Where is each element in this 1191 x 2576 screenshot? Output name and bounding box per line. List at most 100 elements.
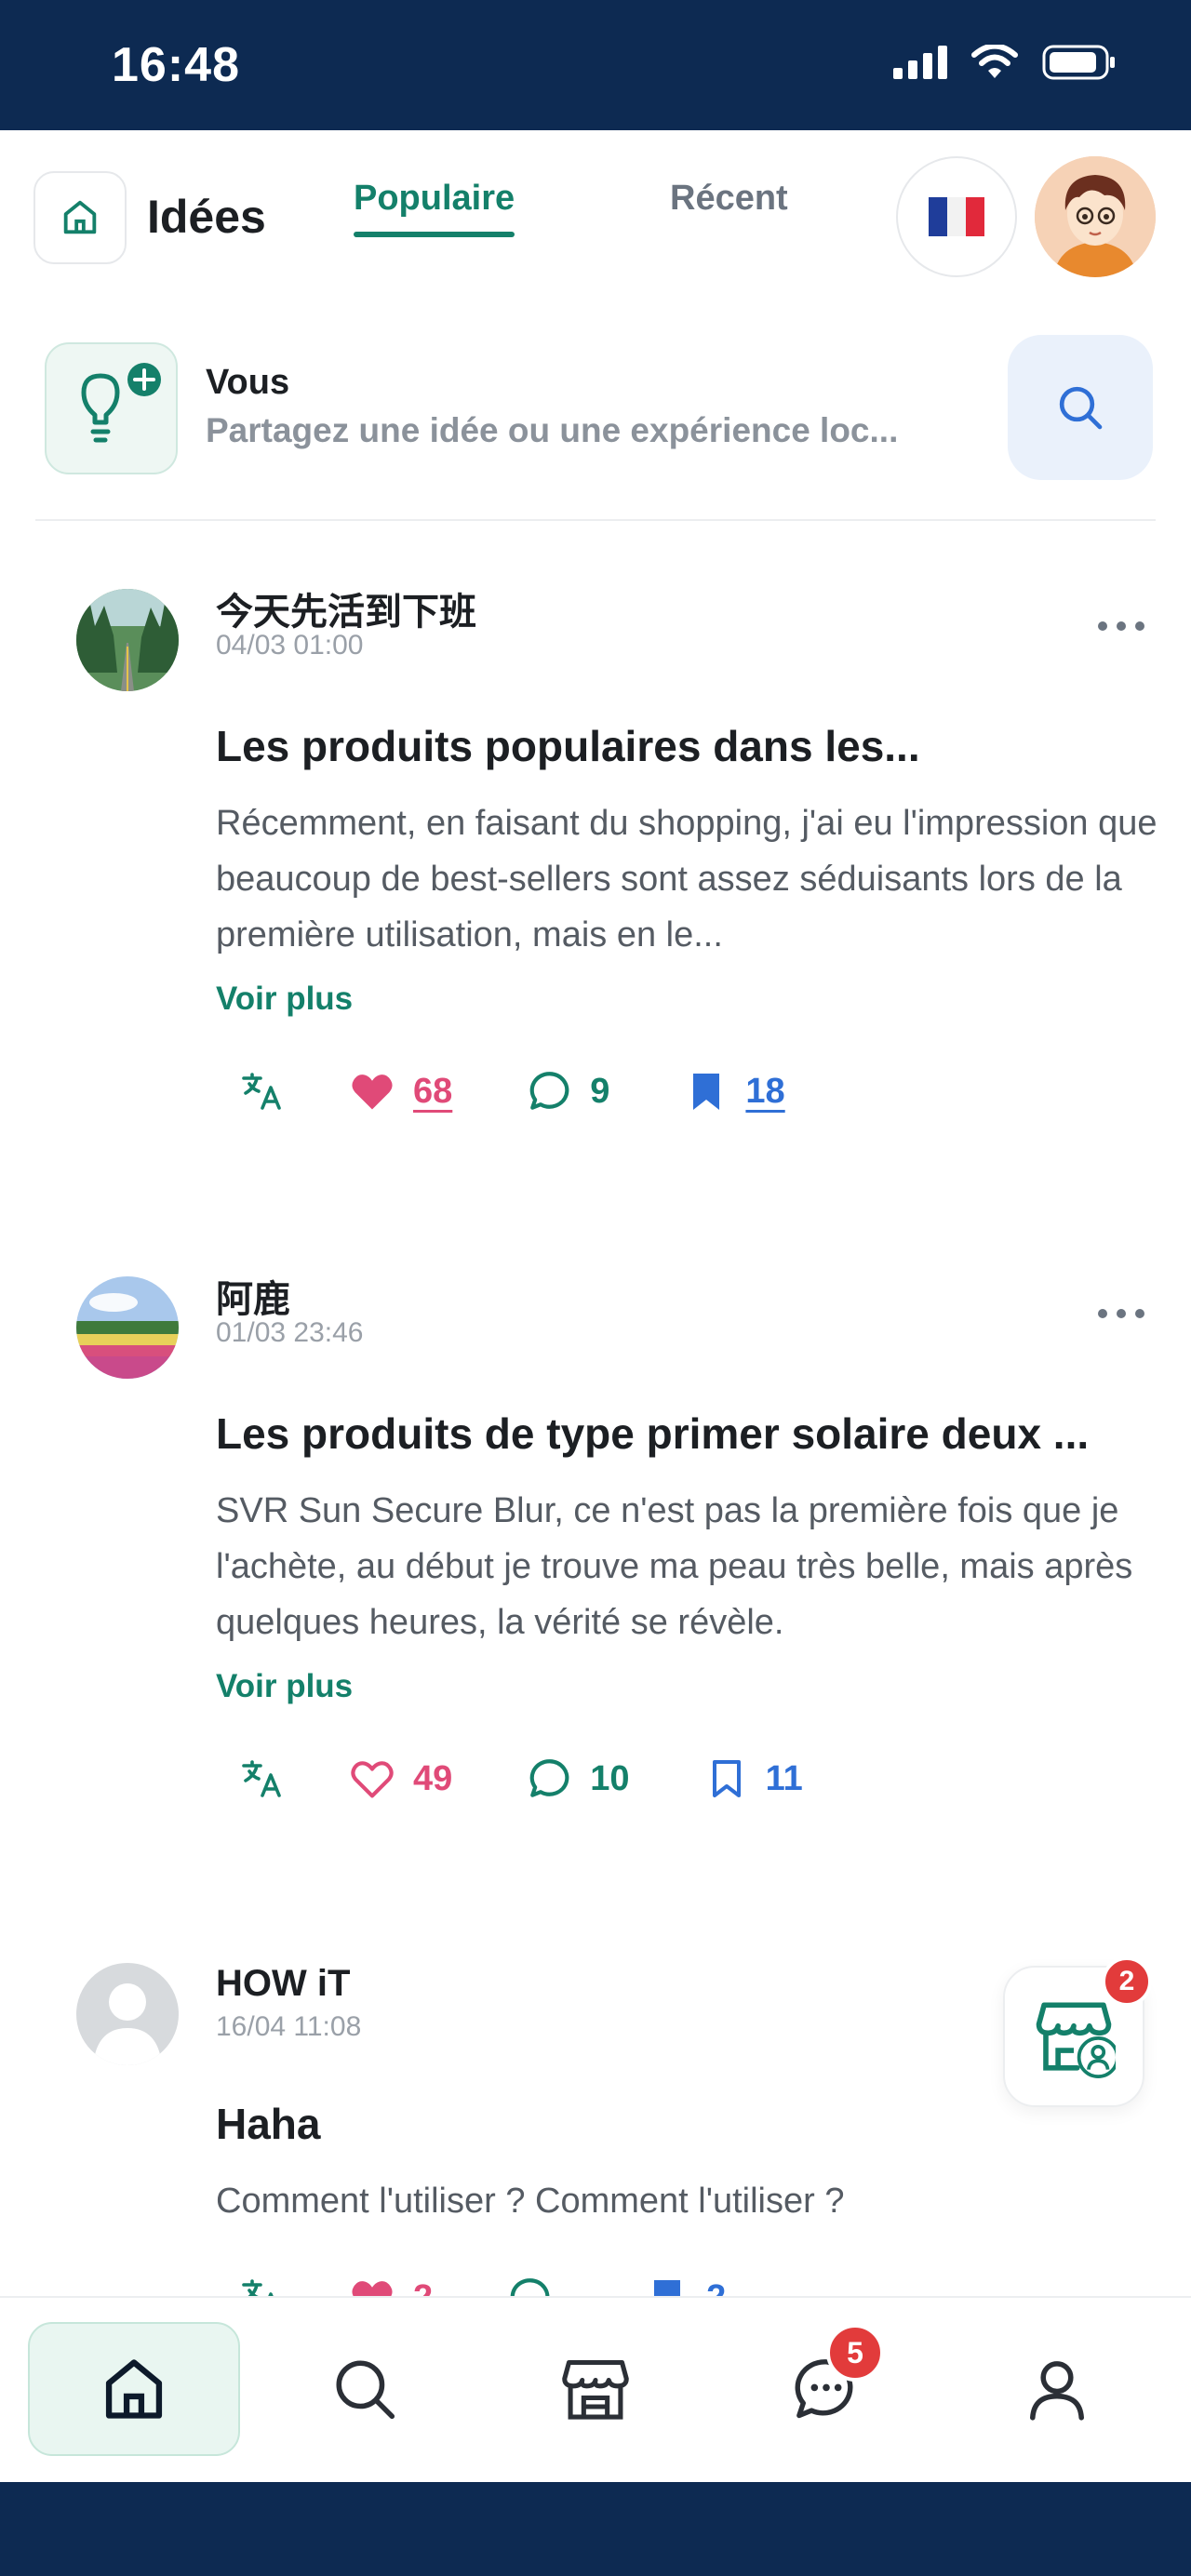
comment-button[interactable]: 9: [527, 1068, 609, 1114]
status-bar: 16:48: [0, 0, 1191, 130]
tab-popular[interactable]: Populaire: [354, 179, 515, 237]
comment-count: 9: [590, 1071, 610, 1111]
shop-notification-badge: 2: [1102, 1956, 1152, 2007]
like-button[interactable]: 49: [348, 1755, 452, 1803]
post-body-text: Récemment, en faisant du shopping, j'ai …: [216, 804, 1158, 954]
flower-field-avatar-icon: [76, 1276, 179, 1379]
nav-search[interactable]: [259, 2322, 471, 2456]
messages-notification-badge: 5: [826, 2324, 884, 2382]
post-title[interactable]: Haha: [216, 2099, 1165, 2149]
translate-button[interactable]: [240, 1069, 285, 1114]
composer[interactable]: Vous Partagez une idée ou une expérience…: [0, 335, 1191, 484]
post-author-avatar[interactable]: [76, 1276, 179, 1379]
home-icon: [105, 2359, 163, 2419]
like-count: 2: [413, 2278, 433, 2297]
see-more-link[interactable]: Voir plus: [216, 1668, 353, 1705]
bookmark-button[interactable]: 11: [704, 1756, 803, 1801]
bookmark-filled-icon: [654, 2280, 681, 2296]
like-button[interactable]: 68: [348, 1067, 452, 1115]
post-author-name[interactable]: 阿鹿: [216, 1269, 290, 1323]
post-body: Comment l'utiliser ? Comment l'utiliser …: [216, 2173, 1165, 2229]
tab-popular-label: Populaire: [354, 179, 515, 218]
search-button[interactable]: [1008, 335, 1153, 480]
like-count: 49: [413, 1758, 453, 1798]
more-options-button[interactable]: [1098, 617, 1144, 635]
post-card[interactable]: 阿鹿 01/03 23:46 Les produits de type prim…: [0, 1276, 1191, 1835]
status-time: 16:48: [112, 38, 240, 92]
bookmark-count: 2: [706, 2278, 726, 2297]
see-more-link[interactable]: Voir plus: [216, 981, 353, 1018]
comment-icon: [529, 1759, 569, 1797]
language-button[interactable]: [896, 156, 1017, 277]
nav-messages[interactable]: 5: [720, 2322, 932, 2456]
profile-icon: [1030, 2361, 1084, 2421]
shop-user-icon: [1036, 2002, 1116, 2078]
wifi-icon: [971, 45, 1018, 78]
header: Idées Populaire Récent: [0, 130, 1191, 307]
post-author-avatar[interactable]: [76, 1963, 179, 2065]
new-idea-button[interactable]: [45, 342, 178, 474]
like-button[interactable]: 2: [348, 2274, 433, 2296]
translate-icon: [242, 2279, 274, 2296]
status-icons: [893, 45, 1117, 80]
heart-outline-icon: [351, 1761, 394, 1798]
post-author-avatar[interactable]: [76, 589, 179, 691]
tab-active-indicator: [354, 232, 515, 237]
nav-store[interactable]: [489, 2322, 702, 2456]
post-body-text: Comment l'utiliser ? Comment l'utiliser …: [216, 2182, 845, 2221]
like-count: 68: [413, 1071, 453, 1111]
more-options-button[interactable]: [1098, 1304, 1144, 1323]
post-date: 16/04 11:08: [216, 2011, 362, 2042]
store-icon: [562, 2359, 629, 2420]
comment-icon: [529, 1072, 569, 1110]
bottom-nav: 5: [0, 2296, 1191, 2482]
cartoon-avatar-icon: [1035, 156, 1156, 277]
floating-shop-button[interactable]: 2: [1003, 1956, 1152, 2107]
post-author-name[interactable]: HOW iT: [216, 1963, 350, 2005]
forest-road-avatar-icon: [76, 589, 179, 691]
post-author-name[interactable]: 今天先活到下班: [216, 581, 476, 635]
default-avatar-icon: [76, 1963, 179, 2065]
post-body: SVR Sun Secure Blur, ce n'est pas la pre…: [216, 1483, 1165, 1650]
post-date: 04/03 01:00: [216, 630, 364, 661]
post-date: 01/03 23:46: [216, 1317, 364, 1348]
home-icon: [63, 200, 97, 234]
comment-button[interactable]: [507, 2275, 570, 2296]
post-title[interactable]: Les produits de type primer solaire deux…: [216, 1408, 1165, 1459]
post-actions: 2 2: [216, 2270, 726, 2296]
comment-button[interactable]: 10: [527, 1755, 630, 1802]
comment-count: 10: [590, 1758, 630, 1798]
composer-user-name: Vous: [206, 363, 290, 402]
tab-recent[interactable]: Récent: [670, 179, 788, 219]
bookmark-outline-icon: [712, 1760, 741, 1797]
user-avatar[interactable]: [1035, 156, 1156, 277]
heart-filled-icon: [352, 2281, 393, 2296]
bookmark-button[interactable]: 18: [684, 1069, 785, 1114]
bookmark-count: 11: [765, 1758, 803, 1798]
post-body: Récemment, en faisant du shopping, j'ai …: [216, 795, 1165, 963]
post-actions: 49 10 11: [216, 1751, 803, 1807]
translate-button[interactable]: [240, 1756, 285, 1801]
post-title[interactable]: Les produits populaires dans les...: [216, 721, 1165, 771]
translate-button[interactable]: [240, 2276, 285, 2296]
lightbulb-plus-icon: [81, 363, 161, 443]
divider: [35, 519, 1156, 521]
comment-icon: [510, 2278, 550, 2296]
home-button[interactable]: [33, 171, 127, 264]
page-title: Idées: [147, 191, 266, 243]
nav-profile[interactable]: [951, 2322, 1163, 2456]
bookmark-count: 18: [745, 1071, 785, 1111]
post-body-text: SVR Sun Secure Blur, ce n'est pas la pre…: [216, 1491, 1133, 1642]
bookmark-filled-icon: [693, 1074, 720, 1110]
bookmark-button[interactable]: 2: [645, 2276, 726, 2296]
tab-recent-label: Récent: [670, 179, 788, 218]
battery-icon: [1042, 45, 1115, 80]
translate-icon: [242, 1073, 281, 1110]
post-card[interactable]: 今天先活到下班 04/03 01:00 Les produits populai…: [0, 589, 1191, 1147]
composer-input[interactable]: Partagez une idée ou une expérience loc.…: [206, 411, 969, 450]
nav-home[interactable]: [28, 2322, 240, 2456]
post-actions: 68 9 18: [216, 1063, 785, 1119]
home-indicator-bar: [0, 2482, 1191, 2576]
translate-icon: [242, 1760, 281, 1797]
signal-icon: [893, 46, 947, 79]
